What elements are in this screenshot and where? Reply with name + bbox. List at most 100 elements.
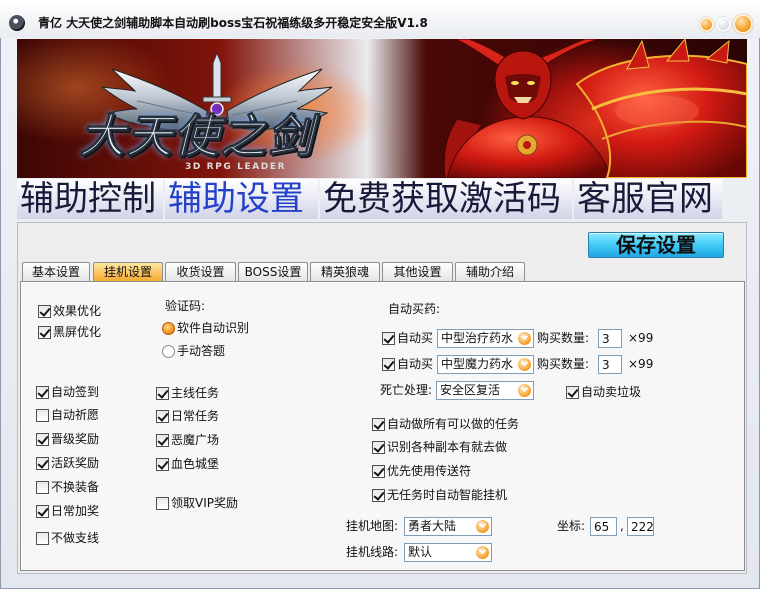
- death-handling-select[interactable]: 安全区复活: [436, 381, 534, 400]
- black-screen-label: 黑屏优化: [53, 325, 102, 339]
- chevron-down-icon[interactable]: [518, 358, 531, 371]
- detect-dungeons-checkbox[interactable]: [372, 440, 385, 454]
- tab-basic-settings[interactable]: 基本设置: [22, 262, 90, 282]
- keep-equipment-option[interactable]: 不换装备: [36, 480, 99, 494]
- auto-sell-junk-label: 自动卖垃圾: [581, 385, 642, 399]
- vip-reward-checkbox[interactable]: [156, 496, 169, 510]
- effect-optimize-option[interactable]: 效果优化: [38, 304, 101, 318]
- death-handling-value: 安全区复活: [440, 383, 501, 397]
- promotion-reward-checkbox[interactable]: [36, 432, 49, 446]
- auto-buy-heal-checkbox[interactable]: [382, 331, 395, 345]
- chevron-down-icon[interactable]: [518, 332, 531, 345]
- game-logo: 大天使之剑: [79, 109, 314, 163]
- hangup-line-select[interactable]: 默认: [404, 543, 492, 562]
- activity-reward-label: 活跃奖励: [51, 456, 100, 470]
- daily-quest-checkbox[interactable]: [156, 409, 169, 423]
- auto-buy-heal-option[interactable]: 自动买: [382, 331, 433, 345]
- blood-castle-label: 血色城堡: [171, 457, 220, 471]
- prefer-teleport-option[interactable]: 优先使用传送符: [372, 464, 471, 478]
- chevron-down-icon[interactable]: [476, 546, 489, 559]
- effect-optimize-checkbox[interactable]: [38, 304, 51, 318]
- hangup-map-select[interactable]: 勇者大陆: [404, 517, 492, 536]
- do-all-tasks-option[interactable]: 自动做所有可以做的任务: [372, 417, 519, 431]
- save-settings-button[interactable]: 保存设置: [588, 232, 724, 258]
- captcha-manual-option[interactable]: 手动答题: [162, 344, 225, 358]
- tab-loot-settings[interactable]: 收货设置: [165, 262, 236, 282]
- promotion-reward-option[interactable]: 晋级奖励: [36, 432, 99, 446]
- tab-assist-intro[interactable]: 辅助介绍: [455, 262, 525, 282]
- idle-auto-hangup-option[interactable]: 无任务时自动智能挂机: [372, 488, 507, 502]
- tab-hangup-settings[interactable]: 挂机设置: [93, 262, 163, 282]
- keep-equipment-label: 不换装备: [51, 480, 100, 494]
- coord-x-input[interactable]: [590, 517, 617, 536]
- title-bar[interactable]: 青亿 大天使之剑辅助脚本自动刷boss宝石祝福练级多开稳定安全版V1.8: [0, 0, 760, 38]
- daily-bonus-option[interactable]: 日常加奖: [36, 504, 99, 518]
- blood-castle-checkbox[interactable]: [156, 457, 169, 471]
- auto-buy-heal-label: 自动买: [397, 331, 434, 345]
- hangup-map-label: 挂机地图:: [346, 519, 399, 533]
- daily-quest-option[interactable]: 日常任务: [156, 409, 219, 423]
- vip-reward-label: 领取VIP奖励: [171, 496, 238, 510]
- mana-potion-select[interactable]: 中型魔力药水: [437, 355, 534, 374]
- auto-sell-junk-checkbox[interactable]: [566, 385, 579, 399]
- mana-qty-input[interactable]: [598, 355, 622, 374]
- tab-other-settings[interactable]: 其他设置: [382, 262, 453, 282]
- devil-square-checkbox[interactable]: [156, 433, 169, 447]
- chevron-down-icon[interactable]: [476, 520, 489, 533]
- tab-elite-wolf-soul[interactable]: 精英狼魂: [310, 262, 380, 282]
- menu-support-website[interactable]: 客服官网: [574, 179, 722, 219]
- auto-pray-option[interactable]: 自动祈愿: [36, 408, 99, 422]
- auto-pray-checkbox[interactable]: [36, 408, 49, 422]
- hangup-line-value: 默认: [408, 545, 433, 559]
- main-quest-checkbox[interactable]: [156, 386, 169, 400]
- detect-dungeons-label: 识别各种副本有就去做: [387, 440, 508, 454]
- tab-boss-settings[interactable]: BOSS设置: [238, 262, 308, 282]
- captcha-auto-label: 软件自动识别: [177, 321, 250, 335]
- menu-free-activation-code[interactable]: 免费获取激活码: [320, 179, 572, 219]
- skip-side-quest-option[interactable]: 不做支线: [36, 531, 99, 545]
- auto-sell-junk-option[interactable]: 自动卖垃圾: [566, 385, 641, 399]
- menu-assist-control[interactable]: 辅助控制: [17, 179, 163, 219]
- auto-buy-mana-option[interactable]: 自动买: [382, 357, 433, 371]
- heal-qty-input[interactable]: [598, 329, 622, 348]
- blood-castle-option[interactable]: 血色城堡: [156, 457, 219, 471]
- auto-signin-checkbox[interactable]: [36, 385, 49, 399]
- skip-side-quest-checkbox[interactable]: [36, 531, 49, 545]
- prefer-teleport-label: 优先使用传送符: [387, 464, 472, 478]
- hangup-map-value: 勇者大陆: [408, 519, 457, 533]
- mana-potion-value: 中型魔力药水: [441, 357, 514, 371]
- auto-signin-option[interactable]: 自动签到: [36, 385, 99, 399]
- chevron-down-icon[interactable]: [518, 384, 531, 397]
- daily-bonus-checkbox[interactable]: [36, 504, 49, 518]
- main-quest-option[interactable]: 主线任务: [156, 386, 219, 400]
- heal-potion-select[interactable]: 中型治疗药水: [437, 329, 534, 348]
- idle-auto-hangup-checkbox[interactable]: [372, 488, 385, 502]
- captcha-auto-option[interactable]: 软件自动识别: [162, 321, 249, 335]
- activity-reward-checkbox[interactable]: [36, 456, 49, 470]
- vip-reward-option[interactable]: 领取VIP奖励: [156, 496, 238, 510]
- menu-assist-settings[interactable]: 辅助设置: [165, 179, 318, 219]
- captcha-manual-radio[interactable]: [162, 344, 175, 358]
- main-quest-label: 主线任务: [171, 386, 220, 400]
- coord-y-input[interactable]: [627, 517, 654, 536]
- auto-buy-mana-checkbox[interactable]: [382, 357, 395, 371]
- close-button[interactable]: [733, 14, 753, 34]
- detect-dungeons-option[interactable]: 识别各种副本有就去做: [372, 440, 507, 454]
- game-tagline: 3D RPG LEADER: [185, 162, 287, 172]
- maximize-button[interactable]: [716, 17, 731, 32]
- captcha-auto-radio[interactable]: [162, 321, 175, 335]
- do-all-tasks-checkbox[interactable]: [372, 417, 385, 431]
- keep-equipment-checkbox[interactable]: [36, 480, 49, 494]
- heal-qty-unit: ×99: [628, 331, 654, 345]
- devil-square-option[interactable]: 恶魔广场: [156, 433, 219, 447]
- devil-square-label: 恶魔广场: [171, 433, 220, 447]
- idle-auto-hangup-label: 无任务时自动智能挂机: [387, 488, 508, 502]
- auto-signin-label: 自动签到: [51, 385, 100, 399]
- activity-reward-option[interactable]: 活跃奖励: [36, 456, 99, 470]
- black-screen-option[interactable]: 黑屏优化: [38, 325, 101, 339]
- prefer-teleport-checkbox[interactable]: [372, 464, 385, 478]
- minimize-button[interactable]: [699, 17, 714, 32]
- black-screen-checkbox[interactable]: [38, 325, 51, 339]
- settings-area: 保存设置 基本设置 挂机设置 收货设置 BOSS设置 精英狼魂 其他设置 辅助介…: [17, 222, 747, 574]
- main-menu: 辅助控制 辅助设置 免费获取激活码 客服官网: [17, 178, 747, 221]
